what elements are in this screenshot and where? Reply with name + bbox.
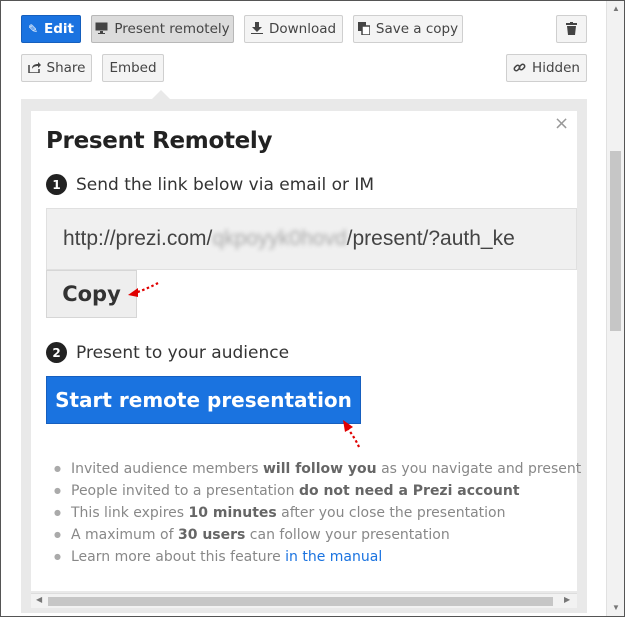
save-copy-button[interactable]: Save a copy xyxy=(353,15,463,43)
list-item: People invited to a presentation do not … xyxy=(52,480,581,502)
embed-pointer xyxy=(152,90,170,99)
step-2-text: Present to your audience xyxy=(76,342,290,363)
present-remotely-label: Present remotely xyxy=(114,21,230,37)
hidden-toggle-button[interactable]: Hidden xyxy=(506,54,587,82)
save-copy-label: Save a copy xyxy=(375,21,459,37)
embed-button[interactable]: Embed xyxy=(102,54,164,82)
edit-label: Edit xyxy=(44,21,75,37)
monitor-icon xyxy=(95,22,108,36)
link-prefix: http://prezi.com/ xyxy=(63,227,213,250)
close-icon[interactable]: × xyxy=(554,113,569,134)
download-button[interactable]: Download xyxy=(244,15,343,43)
scroll-left-icon[interactable]: ◀ xyxy=(36,595,42,604)
copy-icon xyxy=(357,21,371,37)
manual-link[interactable]: in the manual xyxy=(285,549,382,565)
link-suffix: /present/?auth_ke xyxy=(346,227,515,250)
scroll-up-icon[interactable]: ▲ xyxy=(612,4,620,13)
delete-button[interactable] xyxy=(556,15,587,43)
download-icon xyxy=(250,22,263,36)
horizontal-scroll-thumb[interactable] xyxy=(48,597,553,606)
share-label: Share xyxy=(46,60,86,76)
present-remotely-button[interactable]: Present remotely xyxy=(91,15,234,43)
list-item: This link expires 10 minutes after you c… xyxy=(52,502,581,524)
list-item: Invited audience members will follow you… xyxy=(52,458,581,480)
trash-icon xyxy=(566,21,577,37)
link-icon xyxy=(513,61,526,76)
step-2: 2 Present to your audience xyxy=(46,342,289,363)
step-1-text: Send the link below via email or IM xyxy=(76,174,375,195)
presentation-link-field[interactable]: http://prezi.com/qkpoyyk0hovd/present/?a… xyxy=(46,208,577,270)
share-icon xyxy=(27,61,41,75)
pencil-icon: ✎ xyxy=(27,22,39,36)
feature-notes-list: Invited audience members will follow you… xyxy=(52,458,581,568)
scroll-right-icon[interactable]: ▶ xyxy=(564,595,570,604)
vertical-scroll-thumb[interactable] xyxy=(610,151,621,331)
edit-button[interactable]: ✎ Edit xyxy=(21,15,81,43)
step-2-number: 2 xyxy=(46,342,67,363)
share-button[interactable]: Share xyxy=(21,54,92,82)
step-1: 1 Send the link below via email or IM xyxy=(46,174,374,195)
list-item: A maximum of 30 users can follow your pr… xyxy=(52,524,581,546)
step-1-number: 1 xyxy=(46,174,67,195)
link-blurred-id: qkpoyyk0hovd xyxy=(212,227,347,250)
horizontal-scrollbar[interactable]: ◀ ▶ xyxy=(31,593,577,608)
annotation-arrow-start xyxy=(343,420,361,448)
scroll-down-icon[interactable]: ▼ xyxy=(612,603,620,612)
download-label: Download xyxy=(268,21,337,37)
vertical-scrollbar[interactable]: ▲ ▼ xyxy=(606,1,624,616)
copy-button[interactable]: Copy xyxy=(46,270,137,318)
list-item: Learn more about this feature in the man… xyxy=(52,546,581,568)
dialog-title: Present Remotely xyxy=(46,128,273,154)
annotation-arrow-copy xyxy=(128,282,159,297)
start-remote-presentation-button[interactable]: Start remote presentation xyxy=(46,376,361,424)
hidden-label: Hidden xyxy=(532,60,580,76)
embed-label: Embed xyxy=(109,60,157,76)
